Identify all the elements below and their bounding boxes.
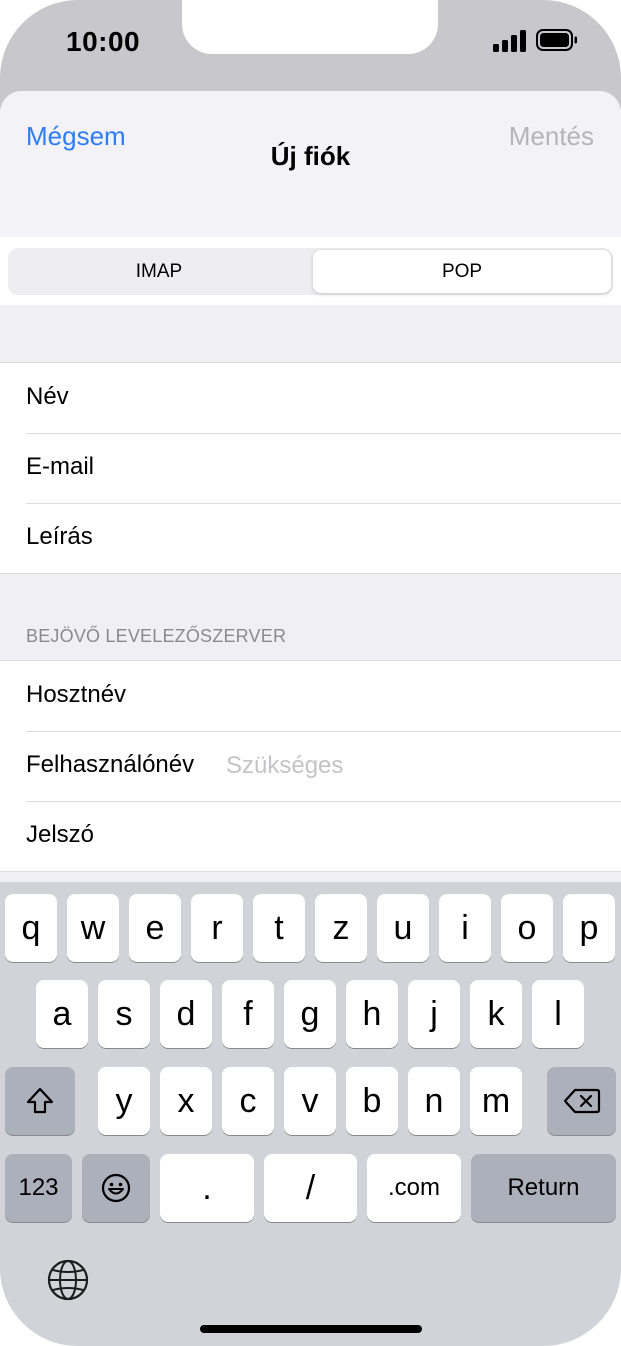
incoming-server-group: Hosztnév Felhasználónév Jelszó bbox=[0, 660, 621, 872]
key-u[interactable]: u bbox=[377, 894, 429, 962]
key-x[interactable]: x bbox=[160, 1067, 212, 1135]
password-label: Jelszó bbox=[26, 821, 95, 848]
email-field[interactable] bbox=[226, 451, 586, 485]
account-info-group: Név E-mail Leírás bbox=[0, 362, 621, 574]
dot-key[interactable]: . bbox=[160, 1154, 254, 1222]
status-bar: 10:00 bbox=[0, 0, 621, 90]
key-j[interactable]: j bbox=[408, 980, 460, 1048]
key-m[interactable]: m bbox=[470, 1067, 522, 1135]
numbers-key[interactable]: 123 bbox=[5, 1154, 72, 1222]
key-b[interactable]: b bbox=[346, 1067, 398, 1135]
backspace-icon bbox=[563, 1088, 600, 1114]
key-z[interactable]: z bbox=[315, 894, 367, 962]
key-w[interactable]: w bbox=[67, 894, 119, 962]
globe-icon[interactable] bbox=[46, 1258, 90, 1302]
username-row[interactable]: Felhasználónév bbox=[0, 731, 621, 801]
password-row[interactable]: Jelszó bbox=[0, 801, 621, 871]
key-p[interactable]: p bbox=[563, 894, 615, 962]
segment-imap[interactable]: IMAP bbox=[10, 250, 308, 293]
key-n[interactable]: n bbox=[408, 1067, 460, 1135]
hostname-field[interactable] bbox=[226, 679, 586, 713]
phone-frame: 10:00 Mégsem Új fiók Mentés IMAP POP Név… bbox=[0, 0, 621, 1346]
notch bbox=[182, 0, 438, 54]
home-indicator bbox=[200, 1325, 422, 1333]
key-q[interactable]: q bbox=[5, 894, 57, 962]
key-i[interactable]: i bbox=[439, 894, 491, 962]
key-r[interactable]: r bbox=[191, 894, 243, 962]
description-field[interactable] bbox=[226, 521, 586, 555]
key-f[interactable]: f bbox=[222, 980, 274, 1048]
segment-pop[interactable]: POP bbox=[313, 250, 611, 293]
email-row[interactable]: E-mail bbox=[0, 433, 621, 503]
return-key[interactable]: Return bbox=[471, 1154, 616, 1222]
nav-bar: Mégsem Új fiók Mentés bbox=[0, 91, 621, 237]
hostname-label: Hosztnév bbox=[26, 681, 127, 708]
key-s[interactable]: s bbox=[98, 980, 150, 1048]
password-field[interactable] bbox=[226, 819, 586, 853]
save-button[interactable]: Mentés bbox=[509, 121, 594, 152]
account-type-segmented-control: IMAP POP bbox=[8, 248, 613, 295]
hostname-row[interactable]: Hosztnév bbox=[0, 661, 621, 731]
emoji-icon bbox=[101, 1173, 131, 1203]
key-d[interactable]: d bbox=[160, 980, 212, 1048]
key-c[interactable]: c bbox=[222, 1067, 274, 1135]
key-y[interactable]: y bbox=[98, 1067, 150, 1135]
username-field[interactable] bbox=[226, 749, 586, 783]
name-row[interactable]: Név bbox=[0, 363, 621, 433]
shift-key[interactable] bbox=[5, 1067, 75, 1135]
emoji-key[interactable] bbox=[82, 1154, 150, 1222]
key-h[interactable]: h bbox=[346, 980, 398, 1048]
description-row[interactable]: Leírás bbox=[0, 503, 621, 573]
shift-icon bbox=[26, 1087, 54, 1114]
key-g[interactable]: g bbox=[284, 980, 336, 1048]
name-field[interactable] bbox=[226, 381, 586, 415]
key-k[interactable]: k bbox=[470, 980, 522, 1048]
delete-key[interactable] bbox=[547, 1067, 616, 1135]
key-o[interactable]: o bbox=[501, 894, 553, 962]
description-label: Leírás bbox=[26, 523, 93, 550]
status-time: 10:00 bbox=[66, 26, 141, 57]
email-label: E-mail bbox=[26, 453, 95, 480]
key-a[interactable]: a bbox=[36, 980, 88, 1048]
key-e[interactable]: e bbox=[129, 894, 181, 962]
incoming-server-header: BEJÖVŐ LEVELEZŐSZERVER bbox=[26, 626, 287, 646]
keyboard: q w e r t z u i o p a s d f g h j k l y … bbox=[0, 882, 621, 1346]
slash-key[interactable]: / bbox=[264, 1154, 357, 1222]
battery-icon bbox=[536, 29, 577, 51]
key-t[interactable]: t bbox=[253, 894, 305, 962]
dotcom-key[interactable]: .com bbox=[367, 1154, 461, 1222]
signal-icon bbox=[493, 30, 527, 52]
key-l[interactable]: l bbox=[532, 980, 584, 1048]
account-type-section: IMAP POP bbox=[0, 237, 621, 305]
name-label: Név bbox=[26, 383, 69, 410]
key-v[interactable]: v bbox=[284, 1067, 336, 1135]
new-account-sheet: Mégsem Új fiók Mentés IMAP POP Név E-mai… bbox=[0, 91, 621, 1346]
username-label: Felhasználónév bbox=[26, 751, 195, 778]
